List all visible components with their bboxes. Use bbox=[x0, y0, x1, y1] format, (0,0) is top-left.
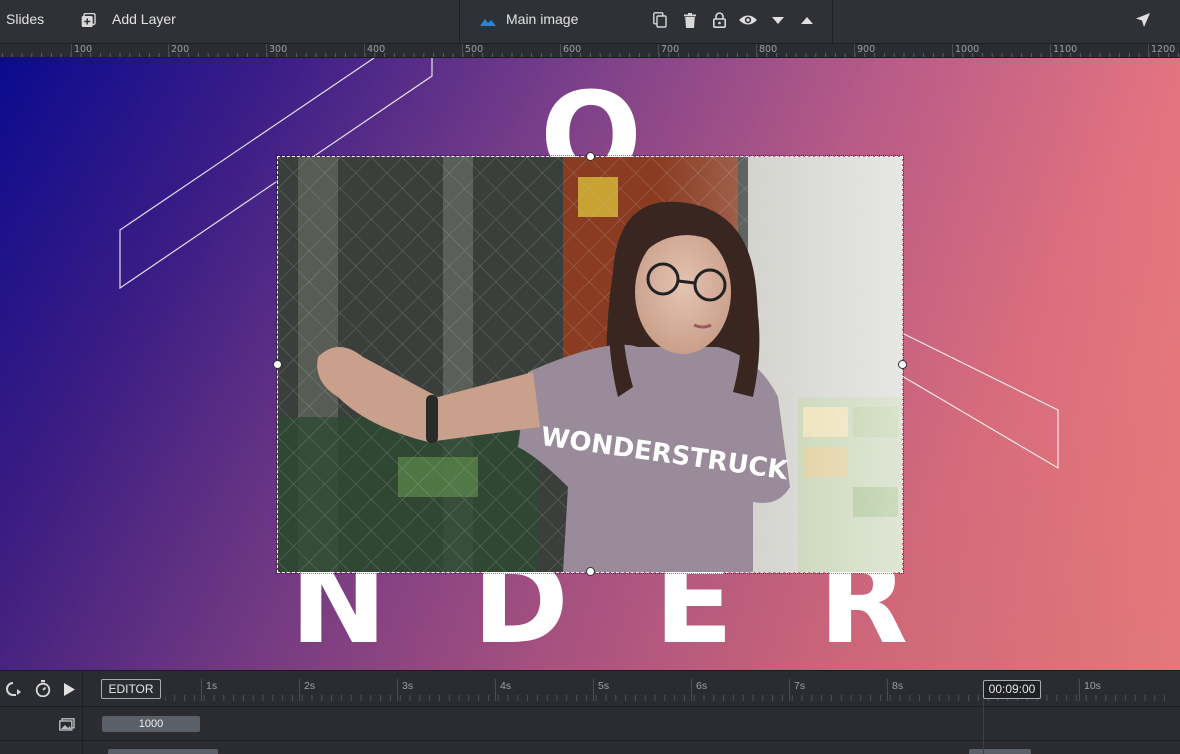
ruler-label: 1000 bbox=[955, 44, 980, 55]
layer-name: Main image bbox=[506, 11, 579, 27]
copy-icon[interactable] bbox=[651, 11, 669, 29]
second-tick bbox=[397, 679, 398, 701]
second-label: 4s bbox=[500, 680, 512, 692]
play-icon[interactable] bbox=[60, 680, 78, 698]
current-time-display[interactable]: 00:09:00 bbox=[983, 680, 1041, 699]
undo-icon[interactable] bbox=[5, 680, 23, 698]
main-image-layer[interactable]: WONDERSTRUCK bbox=[273, 152, 907, 576]
ruler-major-tick bbox=[71, 44, 72, 57]
second-label: 7s bbox=[794, 680, 806, 692]
ruler-major-tick bbox=[854, 44, 855, 57]
ruler-label: 700 bbox=[661, 44, 680, 55]
arrow-up-icon[interactable] bbox=[798, 11, 816, 29]
second-label: 10s bbox=[1084, 680, 1101, 692]
editor-label[interactable]: EDITOR bbox=[101, 679, 161, 699]
top-toolbar: Slides Add Layer Main image bbox=[0, 0, 1180, 44]
ruler-label: 600 bbox=[563, 44, 582, 55]
ruler-major-tick bbox=[952, 44, 953, 57]
resize-handle-right[interactable] bbox=[898, 360, 907, 369]
timeline-header: EDITOR 1s 2s 3s 4s 5s 6s 7s 8s 10s 00:09… bbox=[0, 671, 1180, 707]
ruler-label: 400 bbox=[367, 44, 386, 55]
horizontal-ruler: 100 200 300 400 500 600 700 800 900 1000… bbox=[0, 44, 1180, 58]
toolbar-divider bbox=[459, 0, 460, 44]
toolbar-divider bbox=[832, 0, 833, 44]
ruler-major-tick bbox=[658, 44, 659, 57]
image-icon bbox=[58, 715, 76, 733]
ruler-label: 1200 bbox=[1151, 44, 1176, 55]
trash-icon[interactable] bbox=[681, 11, 699, 29]
ruler-label: 300 bbox=[269, 44, 288, 55]
ruler-major-tick bbox=[1148, 44, 1149, 57]
lock-icon[interactable] bbox=[710, 11, 728, 29]
resize-handle-bottom[interactable] bbox=[586, 567, 595, 576]
slides-button[interactable]: Slides bbox=[6, 11, 44, 27]
second-tick bbox=[1079, 679, 1080, 701]
ruler-label: 100 bbox=[74, 44, 93, 55]
timeline-sidebar-divider bbox=[82, 671, 83, 754]
second-label: 3s bbox=[402, 680, 414, 692]
arrow-down-icon[interactable] bbox=[769, 11, 787, 29]
playhead-line bbox=[983, 699, 984, 754]
resize-handle-left[interactable] bbox=[273, 360, 282, 369]
main-image: WONDERSTRUCK bbox=[278, 157, 902, 572]
ruler-label: 800 bbox=[759, 44, 778, 55]
resize-handle-top[interactable] bbox=[586, 152, 595, 161]
eye-icon[interactable] bbox=[739, 11, 757, 29]
ruler-label: 900 bbox=[857, 44, 876, 55]
add-layer-button[interactable]: Add Layer bbox=[112, 11, 176, 27]
second-tick bbox=[887, 679, 888, 701]
second-tick bbox=[299, 679, 300, 701]
layer-duration-bar[interactable] bbox=[969, 749, 1031, 754]
ruler-major-tick bbox=[1050, 44, 1051, 57]
second-tick bbox=[495, 679, 496, 701]
stopwatch-icon[interactable] bbox=[34, 679, 52, 697]
ruler-major-tick bbox=[364, 44, 365, 57]
timeline-layer-row: 1000 bbox=[0, 707, 1180, 741]
ruler-label: 500 bbox=[465, 44, 484, 55]
second-label: 6s bbox=[696, 680, 708, 692]
ruler-label: 200 bbox=[171, 44, 190, 55]
ruler-major-tick bbox=[560, 44, 561, 57]
second-tick bbox=[691, 679, 692, 701]
ruler-label: 1100 bbox=[1053, 44, 1078, 55]
second-label: 5s bbox=[598, 680, 610, 692]
second-tick bbox=[201, 679, 202, 701]
add-layer-icon[interactable] bbox=[79, 11, 97, 29]
image-layer-icon bbox=[479, 12, 497, 30]
layer-duration-bar[interactable]: 1000 bbox=[102, 716, 200, 732]
timeline-next-row bbox=[0, 741, 1180, 754]
slide-canvas[interactable]: O N D E R WONDERSTRUCK bbox=[0, 58, 1180, 670]
second-label: 1s bbox=[206, 680, 218, 692]
second-tick bbox=[789, 679, 790, 701]
second-label: 2s bbox=[304, 680, 316, 692]
ruler-major-tick bbox=[756, 44, 757, 57]
ruler-major-tick bbox=[266, 44, 267, 57]
ruler-major-tick bbox=[168, 44, 169, 57]
layer-duration-bar[interactable] bbox=[108, 749, 218, 754]
timeline-panel: EDITOR 1s 2s 3s 4s 5s 6s 7s 8s 10s 00:09… bbox=[0, 670, 1180, 754]
ruler-major-tick bbox=[462, 44, 463, 57]
second-label: 8s bbox=[892, 680, 904, 692]
cursor-icon[interactable] bbox=[1134, 11, 1152, 29]
second-tick bbox=[593, 679, 594, 701]
photo-illustration: WONDERSTRUCK bbox=[278, 157, 902, 572]
